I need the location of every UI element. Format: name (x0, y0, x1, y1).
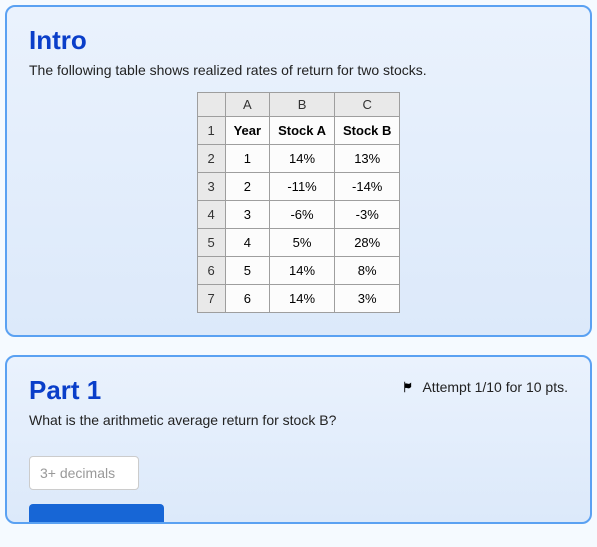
submit-button[interactable] (29, 504, 164, 522)
col-head-a: A (225, 93, 269, 117)
answer-input[interactable] (29, 456, 139, 490)
row-head: 6 (197, 257, 225, 285)
row-head: 7 (197, 285, 225, 313)
intro-title: Intro (29, 25, 568, 56)
cell-stock-a: 14% (270, 145, 335, 173)
cell-stock-a: -6% (270, 201, 335, 229)
cell-year: 2 (225, 173, 269, 201)
table-corner (197, 93, 225, 117)
attempt-text: Attempt 1/10 for 10 pts. (422, 379, 568, 395)
cell-stock-a: 14% (270, 285, 335, 313)
col-head-b: B (270, 93, 335, 117)
row-head: 2 (197, 145, 225, 173)
cell-year: 5 (225, 257, 269, 285)
table-row: 6 5 14% 8% (197, 257, 400, 285)
attempt-info: Attempt 1/10 for 10 pts. (402, 379, 568, 395)
table-row: 4 3 -6% -3% (197, 201, 400, 229)
part1-title: Part 1 (29, 375, 101, 406)
cell-stock-b: -14% (335, 173, 400, 201)
row-head: 4 (197, 201, 225, 229)
flag-icon (402, 381, 414, 393)
table-row: 3 2 -11% -14% (197, 173, 400, 201)
cell-year: 1 (225, 145, 269, 173)
cell-stock-b: -3% (335, 201, 400, 229)
cell-stock-b: 8% (335, 257, 400, 285)
header-stock-a: Stock A (270, 117, 335, 145)
cell-stock-a: 14% (270, 257, 335, 285)
cell-stock-b: 13% (335, 145, 400, 173)
table-row: 2 1 14% 13% (197, 145, 400, 173)
col-head-c: C (335, 93, 400, 117)
returns-table: A B C 1 Year Stock A Stock B 2 1 14% 13%… (197, 92, 401, 313)
header-year: Year (225, 117, 269, 145)
header-stock-b: Stock B (335, 117, 400, 145)
row-head: 5 (197, 229, 225, 257)
row-head: 3 (197, 173, 225, 201)
row-head: 1 (197, 117, 225, 145)
cell-stock-b: 28% (335, 229, 400, 257)
part1-question: What is the arithmetic average return fo… (29, 412, 568, 428)
cell-stock-a: 5% (270, 229, 335, 257)
cell-stock-a: -11% (270, 173, 335, 201)
cell-stock-b: 3% (335, 285, 400, 313)
cell-year: 3 (225, 201, 269, 229)
part1-card: Part 1 Attempt 1/10 for 10 pts. What is … (5, 355, 592, 524)
table-row: 5 4 5% 28% (197, 229, 400, 257)
intro-card: Intro The following table shows realized… (5, 5, 592, 337)
table-row: 7 6 14% 3% (197, 285, 400, 313)
intro-desc: The following table shows realized rates… (29, 62, 568, 78)
cell-year: 6 (225, 285, 269, 313)
cell-year: 4 (225, 229, 269, 257)
